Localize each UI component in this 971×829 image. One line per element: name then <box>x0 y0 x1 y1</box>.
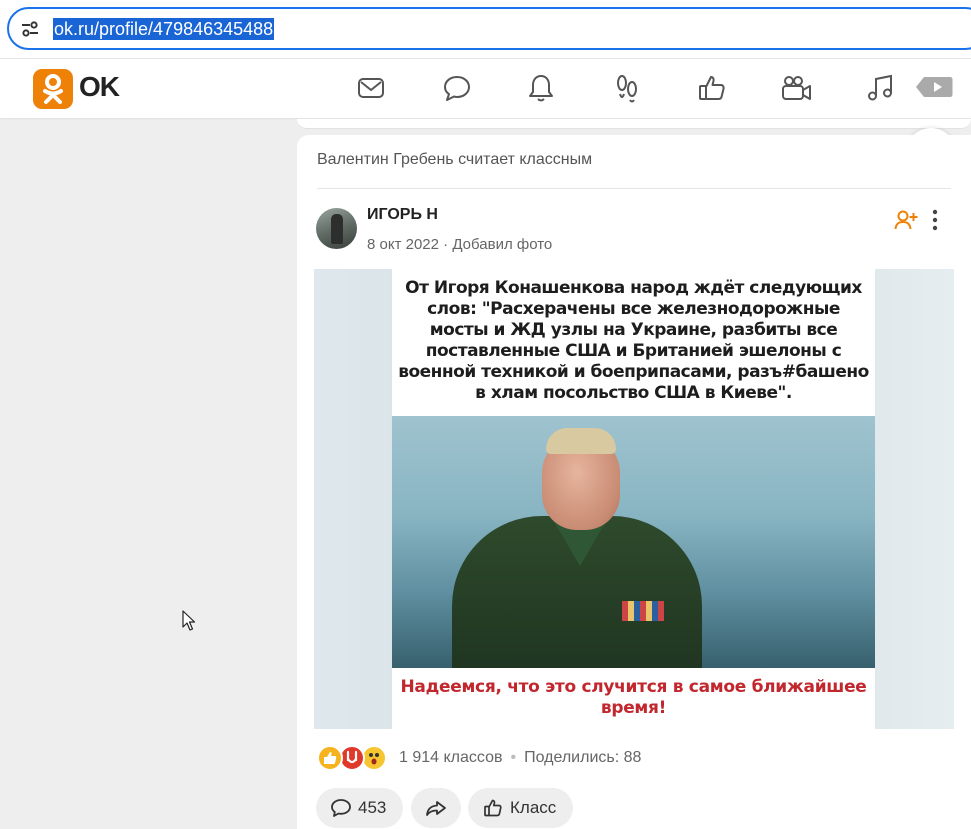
post-date[interactable]: 8 окт 2022 <box>367 236 439 253</box>
thumbs-up-icon[interactable] <box>696 72 728 104</box>
poster-top-text: От Игоря Конашенкова народ ждёт следующи… <box>398 278 869 403</box>
previous-post-edge <box>297 119 971 129</box>
ok-logo-icon[interactable] <box>33 69 73 109</box>
liked-by-text[interactable]: Валентин Гребень считает классным <box>317 151 592 169</box>
like-reaction-icon <box>317 745 343 771</box>
poster-bottom-text: Надеемся, что это случится в самое ближа… <box>400 677 867 718</box>
klass-count[interactable]: 1 914 классов <box>399 749 502 766</box>
meta-separator: · <box>443 236 449 253</box>
divider <box>317 188 951 189</box>
bell-icon[interactable] <box>525 72 557 104</box>
tune-icon[interactable] <box>21 21 39 37</box>
comments-count: 453 <box>358 798 387 817</box>
shared-count[interactable]: Поделились: 88 <box>524 749 641 766</box>
music-note-icon[interactable] <box>865 72 897 104</box>
reactions-summary[interactable] <box>317 745 397 773</box>
feed-post-card: Валентин Гребень считает классным ИГОРЬ … <box>297 135 971 829</box>
video-camera-icon[interactable] <box>780 72 812 104</box>
chat-bubble-icon[interactable] <box>441 72 473 104</box>
reaction-counts: 1 914 классов • Поделились: 88 <box>399 749 641 767</box>
post-meta: 8 окт 2022 · Добавил фото <box>367 236 552 253</box>
klass-label: Класс <box>510 798 557 817</box>
counts-separator: • <box>510 749 517 766</box>
mouse-cursor-icon <box>182 610 196 631</box>
post-action: Добавил фото <box>452 236 553 253</box>
address-bar[interactable]: ok.ru/profile/479846345488 <box>7 7 971 50</box>
author-name[interactable]: ИГОРЬ Н <box>367 206 438 224</box>
site-header: OK <box>0 58 971 118</box>
poster-image: От Игоря Конашенкова народ ждёт следующи… <box>392 269 875 729</box>
share-arrow-icon <box>426 801 446 816</box>
guests-footprints-icon[interactable] <box>611 72 643 104</box>
comments-button[interactable]: 453 <box>316 788 403 828</box>
klass-button[interactable]: Класс <box>468 788 573 828</box>
post-photo[interactable]: От Игоря Конашенкова народ ждёт следующи… <box>314 269 954 729</box>
share-button[interactable] <box>411 788 461 828</box>
comment-icon <box>331 799 351 817</box>
play-video-icon[interactable] <box>914 71 954 103</box>
more-options-icon[interactable] <box>927 209 943 231</box>
url-text[interactable]: ok.ru/profile/479846345488 <box>53 18 275 40</box>
poster-photo-scene <box>392 416 875 668</box>
avatar[interactable] <box>316 208 357 249</box>
browser-toolbar: ok.ru/profile/479846345488 <box>0 0 971 58</box>
add-friend-icon[interactable] <box>894 209 918 231</box>
thumbs-up-icon <box>484 799 502 817</box>
logo-text[interactable]: OK <box>79 71 120 103</box>
mail-icon[interactable] <box>355 72 387 104</box>
